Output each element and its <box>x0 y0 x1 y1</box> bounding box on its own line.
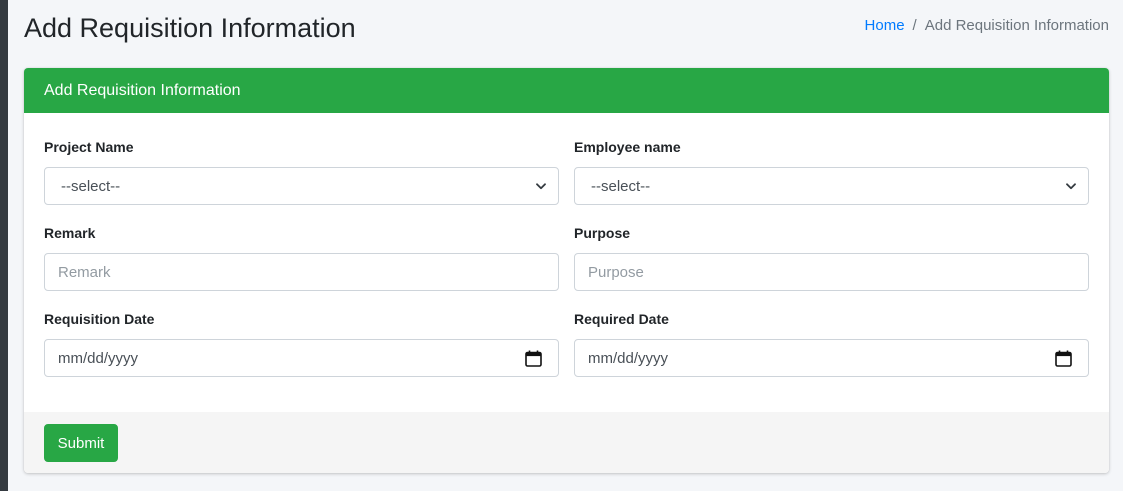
calendar-icon[interactable] <box>524 349 542 367</box>
required-date-input[interactable]: mm/dd/yyyy <box>574 339 1089 377</box>
project-name-label: Project Name <box>44 139 134 155</box>
breadcrumb-home-link[interactable]: Home <box>865 17 905 34</box>
card-body: Project Name --select-- Employee name --… <box>24 113 1109 412</box>
remark-input[interactable]: Remark <box>44 253 559 291</box>
breadcrumb: Home / Add Requisition Information <box>865 16 1109 36</box>
requisition-date-label: Requisition Date <box>44 311 155 327</box>
chevron-down-icon <box>1066 181 1076 191</box>
chevron-down-icon <box>536 181 546 191</box>
content-header: Add Requisition Information Home / Add Req… <box>23 0 1109 60</box>
required-date-group: Required Date mm/dd/yyyy <box>574 310 1089 377</box>
employee-name-group: Employee name --select-- <box>574 138 1089 205</box>
employee-name-label: Employee name <box>574 139 681 155</box>
required-date-value: mm/dd/yyyy <box>588 349 669 367</box>
purpose-placeholder: Purpose <box>588 263 644 281</box>
requisition-date-input[interactable]: mm/dd/yyyy <box>44 339 559 377</box>
breadcrumb-current: Add Requisition Information <box>924 17 1109 34</box>
card-title: Add Requisition Information <box>44 81 241 99</box>
remark-placeholder: Remark <box>58 263 111 281</box>
remark-label: Remark <box>44 225 96 241</box>
breadcrumb-separator: / <box>912 17 917 34</box>
calendar-icon[interactable] <box>1054 349 1072 367</box>
purpose-input[interactable]: Purpose <box>574 253 1089 291</box>
employee-name-select[interactable]: --select-- <box>574 167 1089 205</box>
remark-group: Remark Remark <box>44 224 559 291</box>
requisition-card: Add Requisition Information Project Name… <box>24 68 1109 473</box>
project-name-select[interactable]: --select-- <box>44 167 559 205</box>
required-date-label: Required Date <box>574 311 669 327</box>
page-title: Add Requisition Information <box>24 13 356 43</box>
submit-button[interactable]: Submit <box>44 424 118 462</box>
project-name-group: Project Name --select-- <box>44 138 559 205</box>
card-footer: Submit <box>24 412 1109 473</box>
card-header: Add Requisition Information <box>24 68 1109 113</box>
requisition-date-value: mm/dd/yyyy <box>58 349 139 367</box>
sidebar-edge <box>0 0 8 491</box>
requisition-date-group: Requisition Date mm/dd/yyyy <box>44 310 559 377</box>
purpose-group: Purpose Purpose <box>574 224 1089 291</box>
employee-name-value: --select-- <box>591 177 651 195</box>
project-name-value: --select-- <box>61 177 121 195</box>
purpose-label: Purpose <box>574 225 631 241</box>
